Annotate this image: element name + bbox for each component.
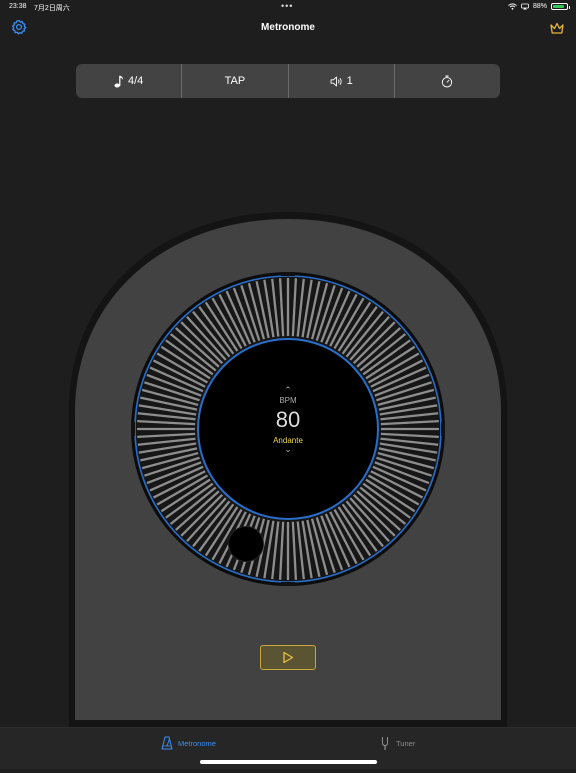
metronome-icon [161,736,173,750]
bpm-label: BPM [279,396,297,405]
tab-tuner[interactable]: Tuner [379,736,415,751]
dial-finger-hole[interactable] [228,526,264,562]
home-indicator[interactable] [200,760,377,764]
increase-bpm-button[interactable]: ⌃ [238,386,338,396]
play-icon [283,651,294,664]
decrease-bpm-button[interactable]: ⌄ [238,445,338,455]
tuning-fork-icon [382,737,388,750]
bpm-readout: ⌃ BPM 80 Andante ⌄ [238,386,338,455]
play-button[interactable] [260,645,316,670]
tab-metronome-label: Metronome [178,738,216,748]
bpm-value[interactable]: 80 [238,408,338,432]
tab-tuner-label: Tuner [396,739,416,748]
tab-metronome[interactable]: Metronome [161,736,216,750]
